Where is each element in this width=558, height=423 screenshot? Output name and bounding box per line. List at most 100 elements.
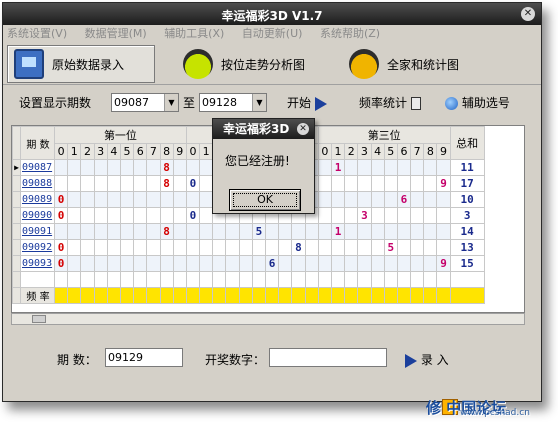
digit-cell [80, 207, 95, 224]
digit-cell [93, 255, 108, 272]
start-button[interactable]: 开始 [287, 94, 327, 111]
empty-cell [172, 271, 187, 288]
watermark: 修 中国论坛 www.pcshad.cn [426, 395, 556, 421]
horizontal-scrollbar[interactable] [11, 313, 525, 325]
digit-cell [185, 255, 201, 272]
frequency-cell [93, 287, 108, 304]
period-cell[interactable]: 09091 [20, 223, 55, 240]
start-label: 开始 [287, 96, 312, 110]
digit-cell [423, 191, 438, 208]
family-stats-button[interactable]: 全家和统计图 [343, 45, 493, 83]
menu-system-settings[interactable]: 系统设置(V) [7, 25, 67, 43]
digit-cell [423, 175, 438, 192]
frequency-cell [146, 287, 161, 304]
to-period-value: 09128 [202, 96, 237, 109]
sum-cell: 3 [449, 207, 485, 224]
menu-auto-update[interactable]: 自动更新(U) [242, 25, 303, 43]
digit-header-4: 4 [370, 143, 385, 160]
from-period-select[interactable]: 09087 ▼ [111, 93, 179, 112]
from-period-value: 09087 [114, 96, 149, 109]
period-cell[interactable]: 09090 [20, 207, 55, 224]
menu-data-management[interactable]: 数据管理(M) [85, 25, 147, 43]
frequency-cell [67, 287, 82, 304]
digit-cell [410, 223, 425, 240]
digit-header-3: 3 [357, 143, 372, 160]
period-input[interactable]: 09129 [105, 348, 183, 367]
assist-select-button[interactable]: 辅助选号 [445, 94, 510, 111]
digit-cell [370, 255, 385, 272]
period-cell[interactable]: 09092 [20, 239, 55, 256]
digit-cell [119, 175, 135, 192]
digit-cell [93, 191, 108, 208]
empty-cell [93, 271, 108, 288]
digit-cell [383, 223, 398, 240]
row-indicator [12, 207, 21, 224]
empty-cell [251, 271, 267, 288]
close-icon[interactable]: ✕ [521, 7, 535, 21]
to-period-select[interactable]: 09128 ▼ [199, 93, 267, 112]
digit-cell [80, 191, 95, 208]
digit-cell [344, 255, 359, 272]
table-row [12, 271, 485, 288]
digit-cell [146, 239, 161, 256]
scrollbar-thumb[interactable] [32, 315, 46, 323]
digit-header-2: 2 [80, 143, 95, 160]
menu-assist-tools[interactable]: 辅助工具(X) [164, 25, 224, 43]
digit-cell [146, 159, 161, 176]
menu-system-help[interactable]: 系统帮助(Z) [320, 25, 380, 43]
digit-cell [133, 223, 148, 240]
digit-cell [199, 223, 214, 240]
digit-cell [344, 191, 359, 208]
enter-button[interactable]: 录 入 [405, 351, 449, 368]
row-indicator [12, 287, 21, 304]
draw-digits-input[interactable] [269, 348, 387, 367]
freq-stats-label: 频率统计 [359, 96, 408, 110]
digit-cell [330, 175, 346, 192]
period-cell[interactable]: 09088 [20, 175, 55, 192]
frequency-cell [436, 287, 451, 304]
digit-cell [317, 239, 332, 256]
digit-cell: 5 [383, 239, 398, 256]
empty-cell [119, 271, 135, 288]
digit-cell [264, 239, 280, 256]
empty-cell [12, 271, 21, 288]
close-icon[interactable]: ✕ [297, 123, 309, 135]
row-indicator [12, 223, 21, 240]
sum-cell: 15 [449, 255, 485, 272]
digit-header-1: 1 [199, 143, 214, 160]
digit-cell [436, 191, 451, 208]
digit-cell [172, 255, 187, 272]
digit-cell [264, 223, 280, 240]
digit-cell [212, 223, 227, 240]
digit-cell [357, 255, 372, 272]
draw-digits-label: 开奖数字： [205, 353, 266, 367]
digit-cell [291, 223, 306, 240]
period-cell[interactable]: 09089 [20, 191, 55, 208]
third-position-header: 第三位 [317, 126, 451, 144]
digit-cell [410, 239, 425, 256]
digit-cell [67, 159, 82, 176]
table-row[interactable]: 09092 0 8 5 13 [12, 239, 485, 256]
period-cell[interactable]: 09093 [20, 255, 55, 272]
empty-cell [330, 271, 346, 288]
digit-cell [172, 191, 187, 208]
freq-stats-button[interactable]: 频率统计 [359, 94, 421, 111]
empty-cell [396, 271, 412, 288]
digit-cell: 8 [291, 239, 306, 256]
digit-cell: 8 [159, 175, 174, 192]
menu-bar: 系统设置(V) 数据管理(M) 辅助工具(X) 自动更新(U) 系统帮助(Z) [3, 25, 541, 43]
digit-cell [423, 239, 438, 256]
digit-cell [396, 239, 412, 256]
table-row[interactable]: 09091 8 5 1 14 [12, 223, 485, 240]
digit-cell [396, 255, 412, 272]
raw-data-entry-label: 原始数据录入 [52, 57, 125, 72]
digit-cell [172, 207, 187, 224]
ok-button[interactable]: OK [229, 189, 301, 211]
table-row[interactable]: 09093 0 6 9 15 [12, 255, 485, 272]
digit-cell [133, 175, 148, 192]
position-trend-button[interactable]: 按位走势分析图 [177, 45, 327, 83]
raw-data-entry-button[interactable]: 原始数据录入 [7, 45, 155, 83]
digit-cell [330, 255, 346, 272]
digit-cell [330, 239, 346, 256]
period-cell[interactable]: 09087 [20, 159, 55, 176]
